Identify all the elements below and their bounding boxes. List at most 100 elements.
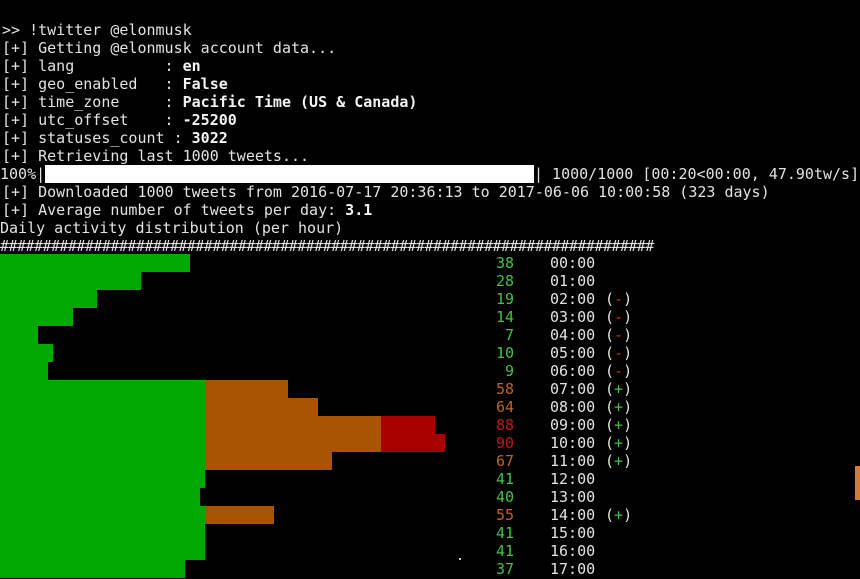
- activity-bar-segment: [205, 398, 318, 416]
- activity-bar-segment: [205, 434, 381, 452]
- activity-hour: 09:00: [550, 416, 596, 434]
- activity-hour: 05:00: [550, 344, 596, 362]
- activity-bar-segment: [0, 560, 185, 578]
- activity-bar-segment: [0, 362, 48, 380]
- activity-bar-segment: [0, 344, 53, 362]
- activity-count: 7: [504, 326, 514, 344]
- activity-bar-segment: [0, 308, 73, 326]
- progress-stats: | 1000/1000 [00:20<00:00, 47.90tw/s]: [534, 165, 860, 183]
- field-label: [+] statuses_count :: [2, 129, 192, 147]
- activity-bar-segment: [205, 506, 274, 524]
- activity-count: 90: [495, 434, 514, 452]
- cursor-dot: [459, 558, 461, 560]
- activity-marker: (-): [605, 362, 633, 380]
- status-line-downloaded: [+] Downloaded 1000 tweets from 2016-07-…: [2, 183, 770, 201]
- status-line-getting: [+] Getting @elonmusk account data...: [2, 39, 337, 57]
- activity-marker: (+): [605, 434, 633, 452]
- activity-count: 28: [495, 272, 514, 290]
- activity-marker-sign: +: [614, 434, 624, 452]
- progress-percent: 100%|: [0, 165, 46, 183]
- field-value: 3022: [191, 129, 228, 147]
- activity-hour: 01:00: [550, 272, 596, 290]
- activity-hour: 15:00: [550, 524, 596, 542]
- activity-hour: 04:00: [550, 326, 596, 344]
- activity-bar-segment: [0, 452, 205, 470]
- activity-bar-segment: [0, 326, 38, 344]
- activity-hour: 14:00: [550, 506, 596, 524]
- command-line: >> !twitter @elonmusk: [2, 21, 192, 39]
- field-label: [+] lang :: [2, 57, 183, 75]
- activity-count: 10: [495, 344, 514, 362]
- activity-count: 41: [495, 524, 514, 542]
- activity-marker: (-): [605, 344, 633, 362]
- activity-hour: 10:00: [550, 434, 596, 452]
- activity-marker-sign: -: [614, 308, 624, 326]
- activity-bar-segment: [205, 380, 288, 398]
- activity-hour: 11:00: [550, 452, 596, 470]
- activity-hour: 06:00: [550, 362, 596, 380]
- activity-bar-segment: [0, 524, 205, 542]
- activity-bar-segment: [0, 488, 200, 506]
- activity-count: 40: [495, 488, 514, 506]
- field-label: [+] utc_offset :: [2, 111, 183, 129]
- activity-bar-segment: [0, 470, 205, 488]
- field-value: en: [182, 57, 201, 75]
- activity-hour: 02:00: [550, 290, 596, 308]
- activity-hour: 17:00: [550, 560, 596, 578]
- activity-marker: (+): [605, 398, 633, 416]
- field-lang: [+] lang : en: [2, 57, 201, 75]
- activity-marker-sign: -: [614, 344, 624, 362]
- activity-count: 37: [495, 560, 514, 578]
- activity-marker-sign: -: [614, 362, 624, 380]
- field-label: [+] geo_enabled :: [2, 75, 183, 93]
- separator-line: ########################################…: [0, 237, 654, 255]
- activity-hour: 08:00: [550, 398, 596, 416]
- status-line-average: [+] Average number of tweets per day: 3.…: [2, 201, 372, 219]
- activity-count: 55: [495, 506, 514, 524]
- activity-marker: (-): [605, 308, 633, 326]
- activity-marker: (+): [605, 380, 633, 398]
- activity-count: 38: [495, 254, 514, 272]
- scrollbar-thumb[interactable]: [855, 466, 860, 500]
- activity-bar-segment: [0, 416, 205, 434]
- activity-bar-segment: [381, 434, 445, 452]
- activity-hour: 03:00: [550, 308, 596, 326]
- activity-marker: (-): [605, 290, 633, 308]
- activity-bar-segment: [0, 506, 205, 524]
- activity-count: 64: [495, 398, 514, 416]
- activity-count: 41: [495, 470, 514, 488]
- distribution-title: Daily activity distribution (per hour): [0, 219, 344, 237]
- activity-hour: 13:00: [550, 488, 596, 506]
- activity-bar-segment: [381, 416, 435, 434]
- activity-marker-sign: -: [614, 290, 624, 308]
- field-value: -25200: [182, 111, 237, 129]
- field-value: False: [182, 75, 228, 93]
- activity-hour: 07:00: [550, 380, 596, 398]
- progress-bar-fill: [45, 165, 534, 183]
- terminal-window[interactable]: >> !twitter @elonmusk [+] Getting @elonm…: [0, 0, 860, 579]
- field-label: [+] time_zone :: [2, 93, 183, 111]
- activity-marker-sign: +: [614, 416, 624, 434]
- activity-hour: 00:00: [550, 254, 596, 272]
- activity-count: 67: [495, 452, 514, 470]
- activity-marker-sign: +: [614, 380, 624, 398]
- activity-bar-segment: [205, 452, 332, 470]
- activity-count: 41: [495, 542, 514, 560]
- activity-hour: 12:00: [550, 470, 596, 488]
- activity-marker-sign: -: [614, 326, 624, 344]
- activity-marker: (-): [605, 326, 633, 344]
- average-label: [+] Average number of tweets per day:: [2, 201, 346, 219]
- activity-marker-sign: +: [614, 506, 624, 524]
- activity-marker: (+): [605, 452, 633, 470]
- activity-marker: (+): [605, 416, 633, 434]
- activity-count: 88: [495, 416, 514, 434]
- field-utc-offset: [+] utc_offset : -25200: [2, 111, 237, 129]
- activity-bar-segment: [0, 254, 190, 272]
- activity-marker-sign: +: [614, 452, 624, 470]
- activity-hour: 16:00: [550, 542, 596, 560]
- field-geo-enabled: [+] geo_enabled : False: [2, 75, 228, 93]
- activity-count: 14: [495, 308, 514, 326]
- activity-bar-segment: [205, 416, 381, 434]
- activity-bar-segment: [0, 272, 141, 290]
- activity-bar-segment: [0, 398, 205, 416]
